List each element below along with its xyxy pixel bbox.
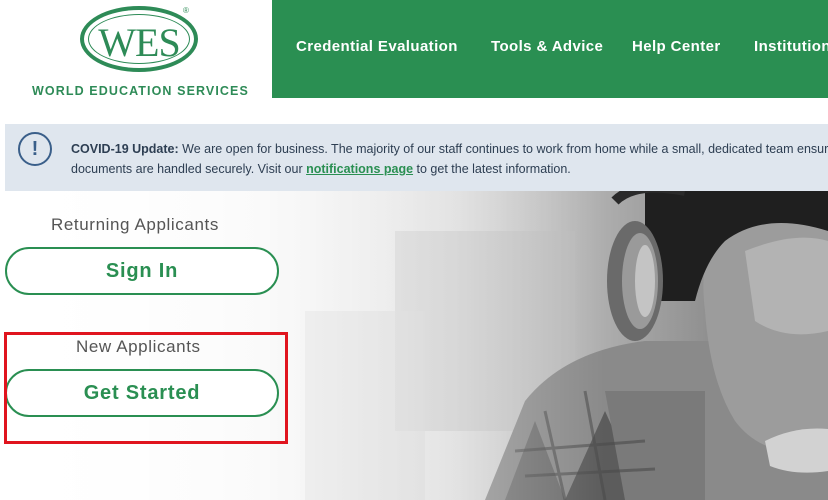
site-logo[interactable]: WES ® WORLD EDUCATION SERVICES	[0, 0, 272, 100]
highlight-box	[4, 332, 288, 444]
registered-mark: ®	[183, 6, 189, 15]
nav-credential-evaluation[interactable]: Credential Evaluation	[296, 38, 458, 55]
nav-institutions[interactable]: Institutions	[754, 38, 828, 55]
sign-in-button[interactable]: Sign In	[5, 247, 279, 295]
wes-logo-icon: WES	[80, 6, 198, 72]
banner-line2-before: documents are handled securely. Visit ou…	[71, 162, 307, 176]
banner-heading: COVID-19 Update:	[71, 142, 179, 156]
nav-help-center[interactable]: Help Center	[632, 38, 721, 55]
nav-tools-advice[interactable]: Tools & Advice	[491, 38, 603, 55]
banner-line2-after: to get the latest information.	[413, 162, 571, 176]
logo-tagline: WORLD EDUCATION SERVICES	[32, 84, 249, 98]
banner-line1: We are open for business. The majority o…	[178, 142, 828, 156]
info-circle-icon: !	[18, 132, 52, 166]
main-nav: Credential Evaluation Tools & Advice Hel…	[272, 0, 828, 98]
covid-banner: ! COVID-19 Update: We are open for busin…	[5, 124, 828, 191]
banner-text: COVID-19 Update: We are open for busines…	[71, 139, 828, 179]
logo-mark: WES	[98, 20, 180, 65]
returning-applicants-label: Returning Applicants	[51, 215, 219, 234]
notifications-page-link[interactable]: notifications page	[306, 162, 413, 176]
